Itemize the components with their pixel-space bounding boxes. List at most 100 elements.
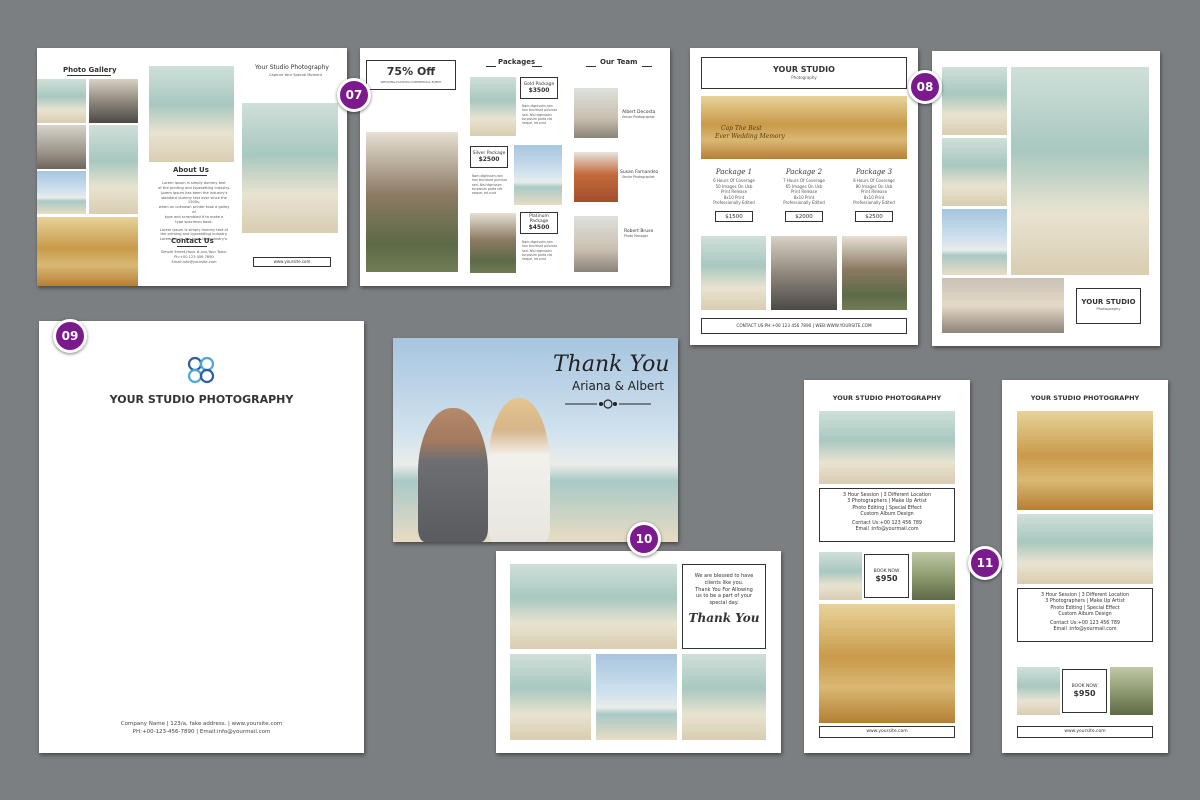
book-now-box: BOOK NOW $950: [864, 554, 909, 598]
about-text: Lorem Ipsum is simply dummy text of the p…: [158, 181, 230, 242]
rack-url-box: www.yoursite.com: [1017, 726, 1153, 738]
gallery-title: Photo Gallery: [63, 66, 117, 74]
collage-subtitle: Photography: [1096, 306, 1121, 311]
team-member-role: Senior Photographer: [622, 175, 655, 179]
package-photo: [470, 213, 516, 273]
flyer-package-1: Package 1 6 Hours Of Coverage 50 Images O…: [713, 168, 755, 222]
rack-info-box: 3 Hour Session | 3 Different Location 3 P…: [1017, 588, 1153, 642]
collage-photo: [942, 67, 1007, 135]
rack-photo: [912, 552, 955, 600]
flyer-package-2: Package 2 7 Hours Of Coverage 65 Images O…: [783, 168, 825, 222]
rack-photo: [1017, 667, 1060, 715]
collage-photo: [942, 278, 1064, 333]
package-photo: [470, 77, 516, 136]
offer-box: 75% Off WEDDING,FASHION,COMMERCIAL,EVENT: [366, 60, 456, 90]
gold-package-box: Gold Package $3500: [520, 77, 558, 99]
cover-url-box: www.yoursite.com: [253, 257, 331, 267]
badge-11: 11: [968, 546, 1002, 580]
thankyou-names: Ariana & Albert: [572, 379, 664, 393]
flyer-title: YOUR STUDIO: [773, 65, 835, 74]
packages-title: Packages: [498, 58, 536, 66]
studio-logo-icon: [187, 356, 215, 384]
rack-card-2: YOUR STUDIO PHOTOGRAPHY 3 Hour Session |…: [1002, 380, 1168, 753]
collage-main-photo: [1011, 67, 1149, 275]
groom-figure: [418, 408, 488, 542]
flyer-photo: [701, 236, 766, 310]
rack-photo: [819, 552, 862, 600]
silver-package-box: Silver Package $2500: [470, 146, 508, 168]
team-title: Our Team: [600, 58, 638, 66]
badge-08: 08: [908, 70, 942, 104]
collage-photo: [942, 138, 1007, 206]
collage-logo-box: YOUR STUDIO Photography: [1068, 278, 1149, 333]
brochure-outside: Photo Gallery About Us Lorem Ipsum is si…: [37, 48, 347, 286]
team-photo: [574, 152, 618, 202]
flyer-photo: [842, 236, 907, 310]
rack-info-box: 3 Hour Session | 3 Different Location 3 P…: [819, 488, 955, 542]
offer-text: 75% Off: [386, 65, 436, 78]
contact-lines: Simple Street,Hous #-xxx,Your Town. Ph:+0…: [160, 250, 228, 265]
price-box: $2500: [855, 210, 893, 222]
package-photo: [514, 145, 562, 205]
bride-figure: [488, 398, 550, 542]
cover-tagline: Capture Your Special Moment: [269, 73, 323, 77]
rack-photo: [1110, 667, 1153, 715]
cover-url: www.yoursite.com: [273, 259, 311, 264]
badge-10: 10: [627, 522, 661, 556]
collage-photo: [942, 209, 1007, 275]
rack-card-1: YOUR STUDIO PHOTOGRAPHY 3 Hour Session |…: [804, 380, 970, 753]
letterhead-title: YOUR STUDIO PHOTOGRAPHY: [109, 393, 294, 406]
rack-photo: [1017, 411, 1153, 510]
flyer-subtitle: Photography: [791, 75, 817, 80]
letterhead: YOUR STUDIO PHOTOGRAPHY Company Name | 1…: [39, 321, 364, 753]
price-box: $2000: [785, 210, 823, 222]
thankyou-photo: [682, 654, 766, 740]
rack-title: YOUR STUDIO PHOTOGRAPHY: [1030, 394, 1140, 402]
rack-photo: [1017, 514, 1153, 584]
gallery-photo: [37, 79, 86, 123]
team-member-role: Senior Photographer: [622, 115, 655, 119]
gallery-photo: [37, 217, 138, 286]
team-member-role: Photo Manager: [624, 234, 649, 238]
flyer-photo: [771, 236, 837, 310]
collage-08: YOUR STUDIO Photography: [932, 51, 1160, 346]
gallery-photo: [89, 125, 138, 214]
about-title: About Us: [173, 166, 209, 174]
flyer-08: YOUR STUDIO Photography Cap The Best Eve…: [690, 48, 918, 345]
gallery-photo: [37, 171, 86, 214]
letterhead-footer: Company Name | 123/a, fake address. | ww…: [120, 721, 283, 735]
rack-url-box: www.yoursite.com: [819, 726, 955, 738]
gallery-photo: [37, 125, 86, 169]
inside-photo: [366, 132, 458, 272]
flyer-contact-box: CONTACT US:PH:+00 123 456 7890 | WEB:WWW…: [701, 318, 907, 334]
team-photo: [574, 88, 618, 138]
badge-09: 09: [53, 319, 87, 353]
thankyou-front: Thank You Ariana & Albert: [393, 338, 678, 542]
platinum-package-box: Platinum Package $4500: [520, 212, 558, 234]
about-photo: [149, 66, 234, 162]
rack-title: YOUR STUDIO PHOTOGRAPHY: [832, 394, 942, 402]
ornament-icon: [565, 399, 651, 409]
thankyou-title: Thank You: [553, 352, 670, 377]
brochure-inside: 75% Off WEDDING,FASHION,COMMERCIAL,EVENT…: [360, 48, 670, 286]
rack-photo: [819, 411, 955, 484]
thankyou-photo: [510, 654, 591, 740]
thankyou-photo: [596, 654, 677, 740]
price-box: $1500: [715, 210, 753, 222]
flyer-title-box: YOUR STUDIO Photography: [701, 57, 907, 89]
badge-07: 07: [337, 78, 371, 112]
flyer-hero: Cap The Best Ever Wedding Memory: [701, 96, 907, 159]
cover-title: Your Studio Photography: [255, 64, 329, 71]
rack-photo: [819, 604, 955, 723]
flyer-package-3: Package 3 8 Hours Of Coverage 80 Images O…: [853, 168, 895, 222]
cover-photo: [242, 103, 338, 233]
thankyou-back: We are blessed to have clients like you. T…: [496, 551, 781, 753]
team-photo: [574, 216, 618, 272]
book-now-box: BOOK NOW $950: [1062, 669, 1107, 713]
offer-sub: WEDDING,FASHION,COMMERCIAL,EVENT: [380, 80, 442, 84]
contact-title: Contact Us: [171, 237, 214, 245]
collage-title: YOUR STUDIO: [1081, 298, 1136, 306]
thankyou-message-box: We are blessed to have clients like you. T…: [682, 564, 766, 649]
thankyou-photo: [510, 564, 677, 649]
gallery-photo: [89, 79, 138, 123]
